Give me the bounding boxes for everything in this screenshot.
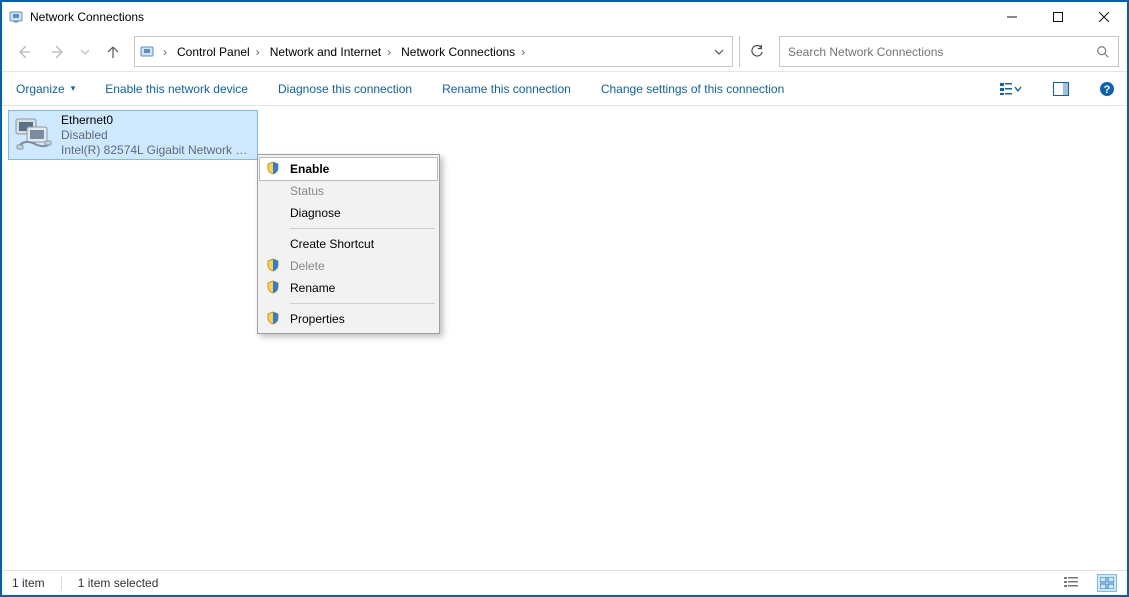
breadcrumb: › Control Panel › Network and Internet ›… bbox=[159, 45, 706, 59]
ctx-diagnose-label: Diagnose bbox=[290, 206, 341, 220]
breadcrumb-network-internet[interactable]: Network and Internet bbox=[264, 45, 383, 59]
ctx-status: Status bbox=[260, 180, 437, 202]
ctx-enable-label: Enable bbox=[290, 162, 329, 176]
ctx-enable[interactable]: Enable bbox=[260, 158, 437, 180]
chevron-right-icon[interactable]: › bbox=[517, 45, 529, 59]
window-title: Network Connections bbox=[30, 10, 144, 24]
address-bar[interactable]: › Control Panel › Network and Internet ›… bbox=[134, 36, 733, 67]
nav-bar: › Control Panel › Network and Internet ›… bbox=[2, 32, 1127, 72]
recent-locations-dropdown[interactable] bbox=[78, 36, 92, 67]
help-button[interactable]: ? bbox=[1097, 77, 1117, 101]
ctx-rename-label: Rename bbox=[290, 281, 335, 295]
ctx-properties[interactable]: Properties bbox=[260, 308, 437, 330]
menu-separator bbox=[290, 303, 435, 304]
minimize-button[interactable] bbox=[989, 2, 1035, 32]
address-dropdown[interactable] bbox=[706, 47, 732, 57]
maximize-button[interactable] bbox=[1035, 2, 1081, 32]
status-item-count: 1 item bbox=[12, 576, 45, 590]
search-icon[interactable] bbox=[1088, 45, 1118, 59]
chevron-down-icon: ▾ bbox=[71, 83, 76, 94]
breadcrumb-network-connections[interactable]: Network Connections bbox=[395, 45, 517, 59]
adapter-name: Ethernet0 bbox=[61, 113, 253, 128]
organize-label: Organize bbox=[16, 82, 65, 96]
search-input[interactable] bbox=[780, 45, 1088, 59]
adapter-item-ethernet0[interactable]: Ethernet0 Disabled Intel(R) 82574L Gigab… bbox=[8, 110, 258, 160]
address-icon bbox=[135, 44, 159, 60]
content-area: Ethernet0 Disabled Intel(R) 82574L Gigab… bbox=[2, 106, 1127, 570]
enable-device-button[interactable]: Enable this network device bbox=[101, 78, 252, 100]
shield-icon bbox=[266, 311, 280, 328]
status-separator bbox=[61, 576, 62, 590]
menu-separator bbox=[290, 228, 435, 229]
forward-button[interactable] bbox=[44, 36, 72, 67]
ctx-create-shortcut-label: Create Shortcut bbox=[290, 237, 374, 251]
status-bar: 1 item 1 item selected bbox=[2, 570, 1127, 595]
view-options-button[interactable] bbox=[997, 77, 1025, 101]
search-box[interactable] bbox=[779, 36, 1119, 67]
shield-icon bbox=[266, 280, 280, 297]
shield-icon bbox=[266, 161, 280, 178]
adapter-context-menu: Enable Status Diagnose Create Shortcut D… bbox=[257, 154, 440, 334]
ctx-rename[interactable]: Rename bbox=[260, 277, 437, 299]
network-adapter-icon bbox=[13, 113, 55, 155]
chevron-right-icon[interactable]: › bbox=[383, 45, 395, 59]
tiles-view-button[interactable] bbox=[1097, 574, 1117, 592]
up-button[interactable] bbox=[98, 36, 128, 67]
svg-text:?: ? bbox=[1104, 84, 1111, 96]
change-settings-button[interactable]: Change settings of this connection bbox=[597, 78, 788, 100]
shield-icon bbox=[266, 258, 280, 275]
adapter-status: Disabled bbox=[61, 128, 253, 143]
ctx-status-label: Status bbox=[290, 184, 324, 198]
diagnose-connection-button[interactable]: Diagnose this connection bbox=[274, 78, 416, 100]
adapter-info: Ethernet0 Disabled Intel(R) 82574L Gigab… bbox=[61, 113, 253, 158]
breadcrumb-control-panel[interactable]: Control Panel bbox=[171, 45, 252, 59]
details-view-button[interactable] bbox=[1061, 574, 1081, 592]
rename-connection-button[interactable]: Rename this connection bbox=[438, 78, 575, 100]
app-icon bbox=[8, 9, 24, 25]
preview-pane-button[interactable] bbox=[1047, 77, 1075, 101]
ctx-delete: Delete bbox=[260, 255, 437, 277]
ctx-properties-label: Properties bbox=[290, 312, 345, 326]
chevron-right-icon[interactable]: › bbox=[252, 45, 264, 59]
close-button[interactable] bbox=[1081, 2, 1127, 32]
ctx-create-shortcut[interactable]: Create Shortcut bbox=[260, 233, 437, 255]
ctx-delete-label: Delete bbox=[290, 259, 325, 273]
command-bar: Organize ▾ Enable this network device Di… bbox=[2, 72, 1127, 106]
organize-menu[interactable]: Organize ▾ bbox=[12, 78, 79, 100]
back-button[interactable] bbox=[10, 36, 38, 67]
chevron-right-icon[interactable]: › bbox=[159, 45, 171, 59]
status-selected-count: 1 item selected bbox=[78, 576, 159, 590]
ctx-diagnose[interactable]: Diagnose bbox=[260, 202, 437, 224]
title-bar: Network Connections bbox=[2, 2, 1127, 32]
adapter-device: Intel(R) 82574L Gigabit Network C... bbox=[61, 143, 253, 158]
refresh-button[interactable] bbox=[739, 36, 773, 67]
